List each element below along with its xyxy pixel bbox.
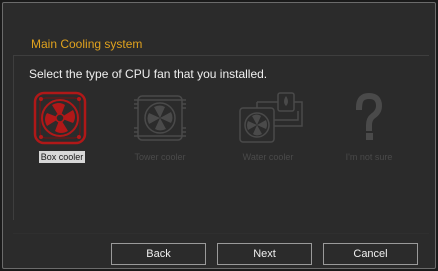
box-cooler-icon bbox=[22, 90, 102, 146]
option-tower-cooler[interactable]: Tower cooler bbox=[120, 90, 200, 176]
question-mark-icon bbox=[329, 90, 409, 146]
option-label: Water cooler bbox=[242, 152, 294, 162]
back-button[interactable]: Back bbox=[111, 243, 206, 265]
option-not-sure[interactable]: I'm not sure bbox=[329, 90, 409, 176]
prompt-text: Select the type of CPU fan that you inst… bbox=[29, 67, 268, 81]
option-label: Tower cooler bbox=[134, 152, 186, 162]
option-label: I'm not sure bbox=[345, 152, 393, 162]
cancel-button[interactable]: Cancel bbox=[323, 243, 418, 265]
title-divider bbox=[13, 55, 429, 56]
button-divider bbox=[13, 233, 429, 234]
left-divider bbox=[13, 55, 14, 220]
option-box-cooler[interactable]: Box cooler bbox=[22, 90, 102, 176]
section-title: Main Cooling system bbox=[31, 37, 143, 51]
next-button[interactable]: Next bbox=[217, 243, 312, 265]
option-water-cooler[interactable]: Water cooler bbox=[228, 90, 308, 176]
option-label: Box cooler bbox=[38, 151, 86, 163]
water-cooler-icon bbox=[228, 90, 308, 146]
tower-cooler-icon bbox=[120, 90, 200, 146]
